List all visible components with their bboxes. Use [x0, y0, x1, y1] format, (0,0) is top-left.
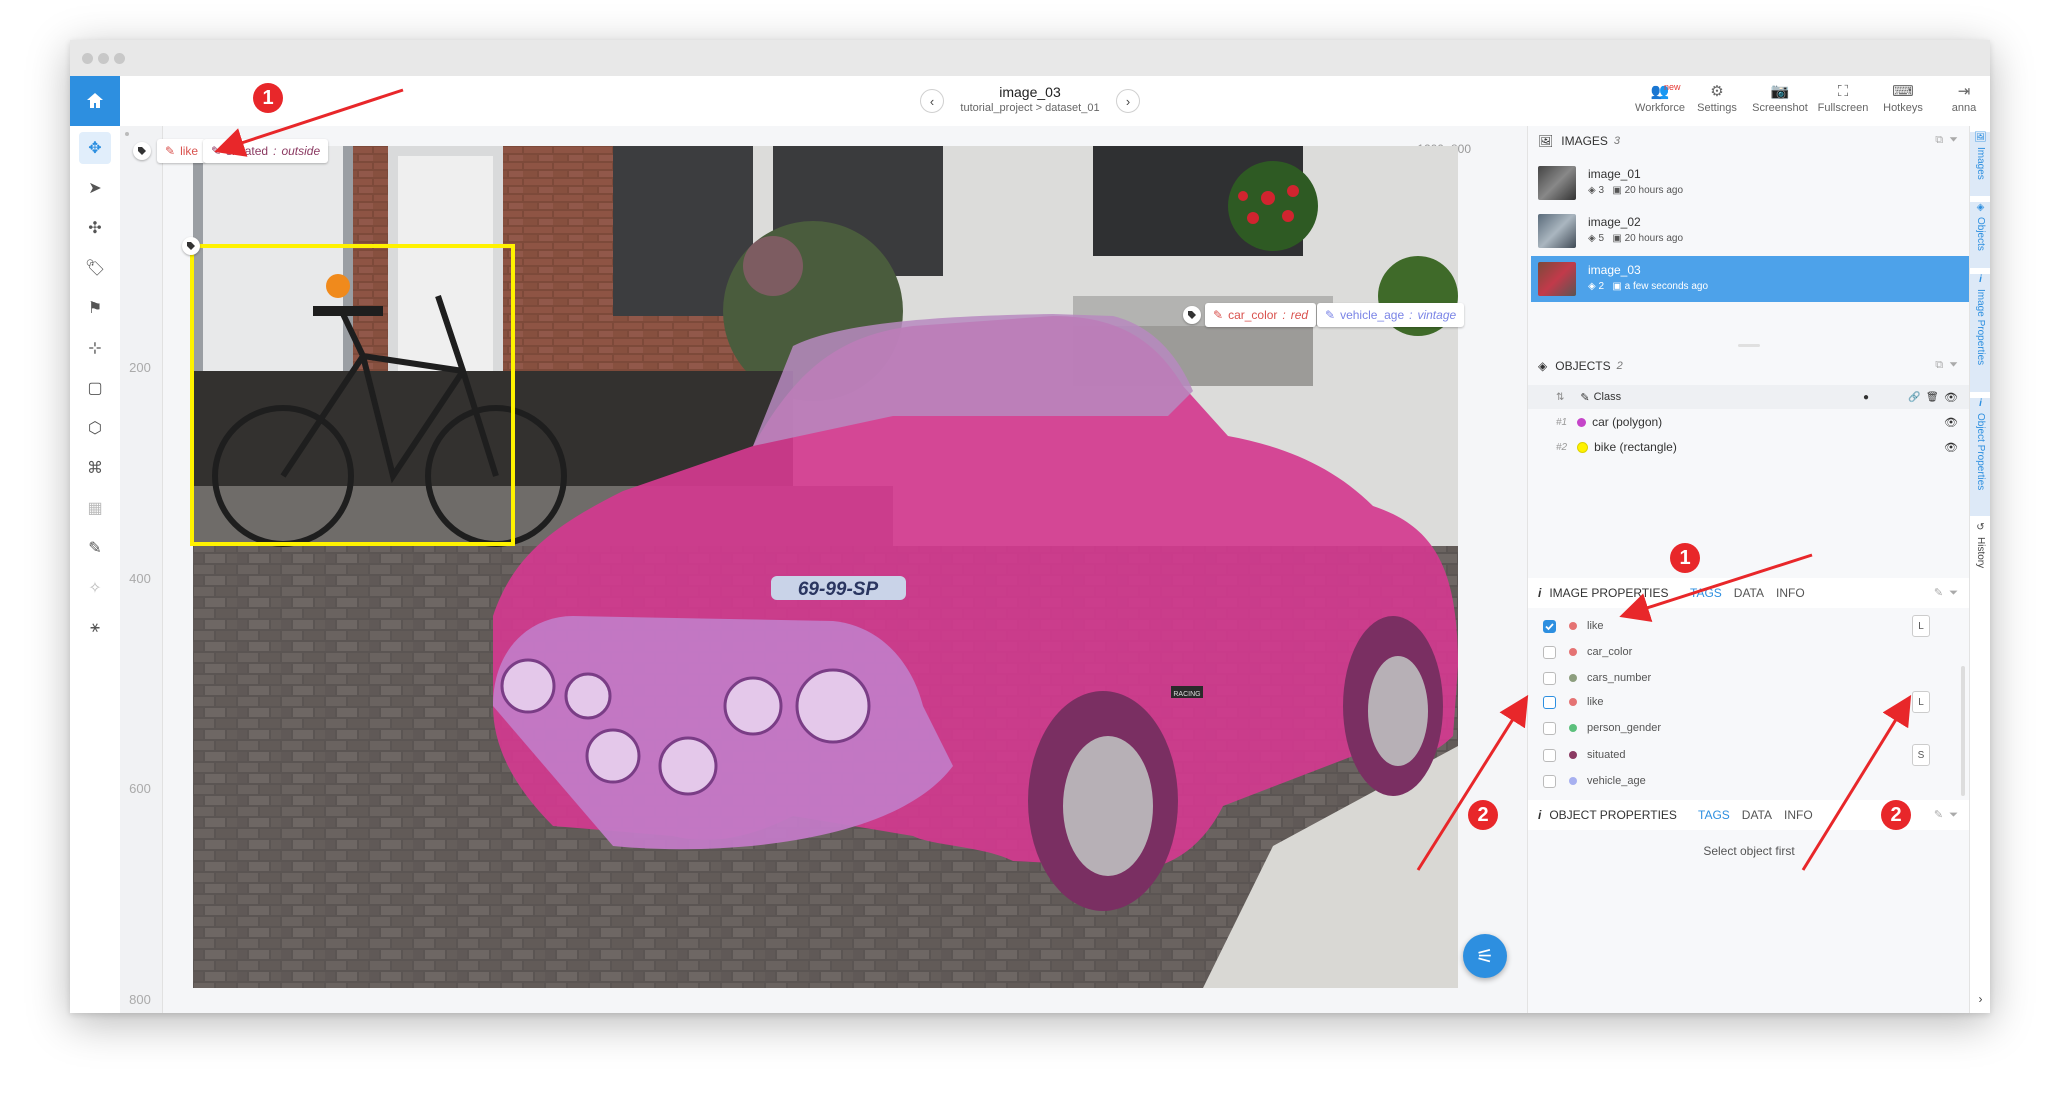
- annotation-marker: 1: [1670, 543, 1700, 573]
- annotation-arrow: [1619, 553, 1813, 622]
- annotation-marker: 2: [1468, 800, 1498, 830]
- annotation-marker: 2: [1881, 800, 1911, 830]
- annotation-arrow: [1416, 694, 1529, 871]
- annotation-arrow: [1801, 694, 1912, 871]
- annotation-arrows: [214, 88, 1912, 871]
- annotation-arrow: [214, 88, 404, 157]
- annotation-marker: 1: [253, 83, 283, 113]
